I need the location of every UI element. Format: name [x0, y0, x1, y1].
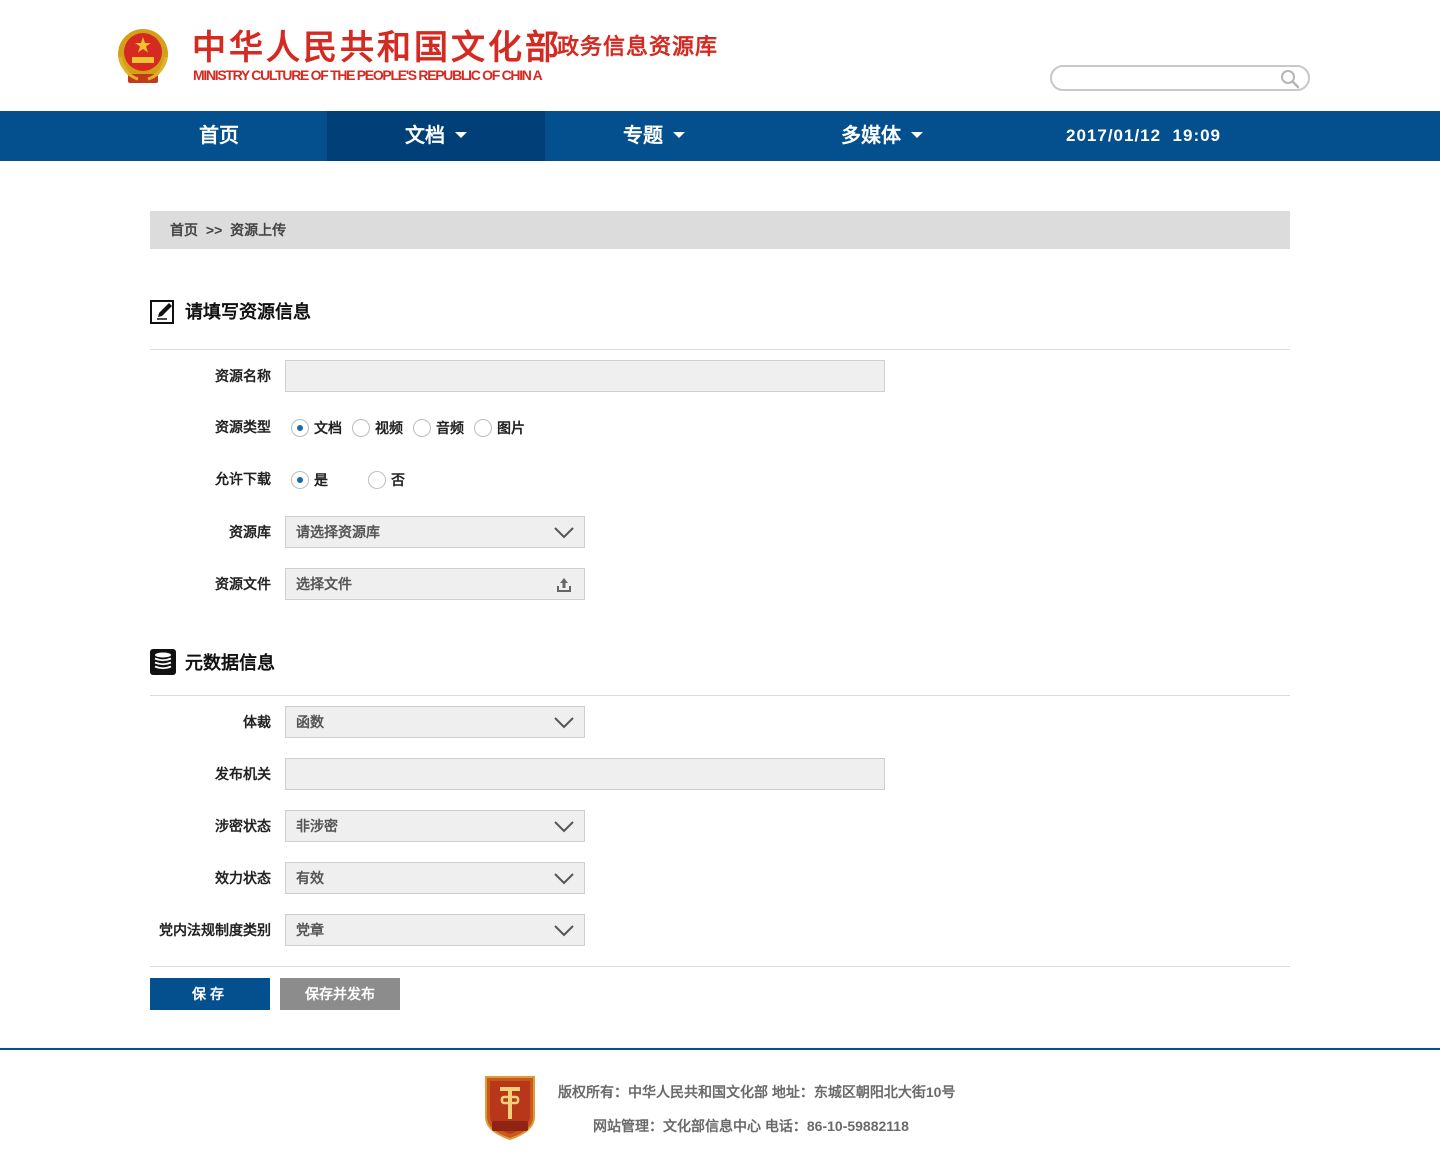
radio-label: 图片	[497, 420, 525, 436]
radio-label: 否	[391, 472, 405, 488]
radio-label: 文档	[314, 420, 342, 436]
search-icon[interactable]	[1280, 69, 1300, 89]
main-nav: 首页 文档 专题 多媒体 2017/01/12 19:09	[0, 111, 1440, 161]
database-icon	[150, 649, 176, 675]
search-input[interactable]	[1050, 65, 1310, 91]
nav-item-label: 首页	[199, 125, 239, 147]
secret-status-label: 涉密状态	[215, 818, 271, 834]
issuer-label: 发布机关	[215, 766, 271, 782]
footer-admin: 网站管理：文化部信息中心 电话：86-10-59882118	[593, 1118, 909, 1134]
chevron-down-icon	[554, 821, 574, 833]
file-picker-value: 选择文件	[296, 576, 352, 592]
nav-item-label: 多媒体	[841, 125, 901, 147]
library-label: 资源库	[229, 524, 271, 540]
resource-type-label: 资源类型	[215, 419, 271, 435]
genre-select[interactable]: 函数	[285, 706, 585, 738]
radio-no[interactable]: 否	[368, 470, 405, 490]
secret-status-select[interactable]: 非涉密	[285, 810, 585, 842]
caret-down-icon	[911, 132, 923, 139]
radio-checked-icon[interactable]	[291, 419, 309, 437]
nav-item-label: 专题	[623, 125, 663, 147]
edit-icon	[150, 300, 174, 324]
current-datetime: 2017/01/12 19:09	[1066, 126, 1222, 145]
category-label: 党内法规制度类别	[159, 922, 271, 938]
nav-item-multimedia[interactable]: 多媒体	[763, 111, 1001, 161]
radio-yes[interactable]: 是	[291, 470, 328, 490]
radio-unchecked-icon[interactable]	[368, 471, 386, 489]
breadcrumb-separator: >>	[205, 222, 223, 238]
radio-unchecked-icon[interactable]	[474, 419, 492, 437]
resource-name-input[interactable]	[285, 360, 885, 392]
breadcrumb-home[interactable]: 首页	[170, 222, 198, 238]
section-meta-title: 元数据信息	[185, 653, 275, 673]
footer-copyright: 版权所有：中华人民共和国文化部 地址：东城区朝阳北大街10号	[558, 1084, 956, 1100]
resource-name-label: 资源名称	[215, 368, 271, 384]
file-label: 资源文件	[215, 576, 271, 592]
nav-item-home[interactable]: 首页	[111, 111, 327, 161]
radio-label: 音频	[436, 420, 464, 436]
radio-label: 是	[314, 472, 328, 488]
chevron-down-icon	[554, 717, 574, 729]
nav-item-label: 文档	[405, 125, 445, 147]
genre-select-value: 函数	[296, 714, 324, 730]
section-meta-header: 元数据信息	[150, 648, 275, 676]
site-header: 中华人民共和国文化部 政务信息资源库 MINISTRY CULTURE OF T…	[0, 0, 1440, 111]
genre-label: 体裁	[243, 714, 271, 730]
caret-down-icon	[673, 132, 685, 139]
national-emblem-icon	[118, 29, 168, 83]
file-picker[interactable]: 选择文件	[285, 568, 585, 600]
save-button[interactable]: 保存	[150, 978, 270, 1010]
category-select-value: 党章	[296, 922, 324, 938]
radio-video[interactable]: 视频	[352, 418, 403, 438]
caret-down-icon	[455, 132, 467, 139]
radio-label: 视频	[375, 420, 403, 436]
chevron-down-icon	[554, 527, 574, 539]
radio-checked-icon[interactable]	[291, 471, 309, 489]
radio-unchecked-icon[interactable]	[352, 419, 370, 437]
issuer-input[interactable]	[285, 758, 885, 790]
footer-divider	[0, 1048, 1440, 1050]
allow-download-radios: 是 否	[291, 469, 415, 491]
breadcrumb: 首页 >> 资源上传	[150, 211, 1290, 249]
validity-status-value: 有效	[296, 870, 324, 886]
radio-unchecked-icon[interactable]	[413, 419, 431, 437]
site-title-cn: 中华人民共和国文化部	[192, 29, 562, 67]
library-select-value: 请选择资源库	[296, 524, 380, 540]
divider	[150, 966, 1290, 967]
resource-type-radios: 文档 视频 音频 图片	[291, 417, 535, 439]
section-resource-header: 请填写资源信息	[150, 297, 311, 325]
radio-audio[interactable]: 音频	[413, 418, 464, 438]
site-title-en: MINISTRY CULTURE OF THE PEOPLE'S REPUBLI…	[193, 67, 543, 83]
allow-download-label: 允许下载	[215, 471, 271, 487]
upload-icon[interactable]	[556, 577, 572, 593]
divider	[150, 695, 1290, 696]
category-select[interactable]: 党章	[285, 914, 585, 946]
site-subtitle: 政务信息资源库	[557, 34, 719, 59]
radio-document[interactable]: 文档	[291, 418, 342, 438]
validity-status-select[interactable]: 有效	[285, 862, 585, 894]
save-publish-button[interactable]: 保存并发布	[280, 978, 400, 1010]
chevron-down-icon	[554, 873, 574, 885]
section-resource-title: 请填写资源信息	[185, 302, 311, 322]
secret-status-value: 非涉密	[296, 818, 338, 834]
nav-item-documents[interactable]: 文档	[327, 111, 545, 161]
validity-status-label: 效力状态	[215, 870, 271, 886]
party-government-logo-icon[interactable]	[482, 1073, 538, 1141]
nav-item-topics[interactable]: 专题	[545, 111, 763, 161]
radio-image[interactable]: 图片	[474, 418, 525, 438]
divider	[150, 349, 1290, 350]
library-select[interactable]: 请选择资源库	[285, 516, 585, 548]
breadcrumb-current: 资源上传	[230, 222, 287, 238]
chevron-down-icon	[554, 925, 574, 937]
